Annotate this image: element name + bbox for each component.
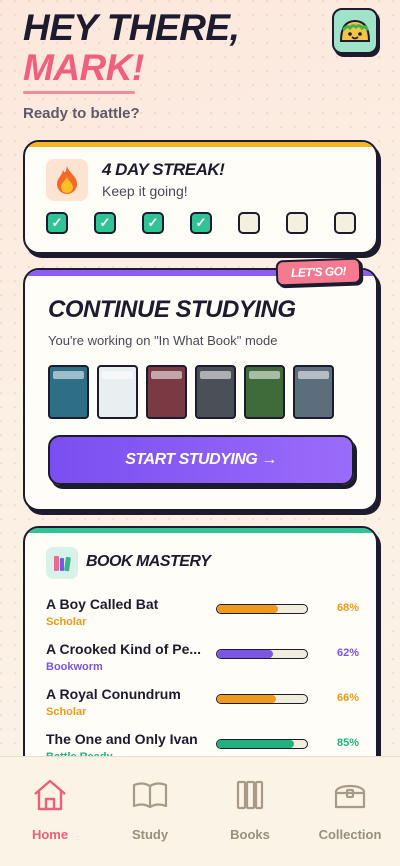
nav-study-label: Study [131, 827, 169, 842]
home-icon [34, 779, 66, 811]
nav-collection[interactable]: Collection [300, 757, 400, 866]
mastery-percent: 68% [336, 602, 359, 614]
mastery-progress-fill [217, 695, 277, 703]
greeting-underline [23, 91, 135, 94]
streak-day-tracker: ✓ ✓ ✓ ✓ [46, 212, 356, 234]
mastery-progress-fill [217, 605, 279, 613]
streak-day-box: ✓ [46, 212, 68, 234]
mastery-book-title: A Crooked Kind of Pe... [46, 641, 202, 657]
avatar[interactable] [332, 8, 378, 54]
bottom-nav: Home Study Books Collection [0, 756, 400, 866]
book-cover-title-band [53, 371, 84, 379]
book-covers-row [48, 365, 334, 419]
streak-title: 4 DAY STREAK! [102, 160, 225, 179]
streak-accent-stripe [25, 142, 376, 147]
mastery-progress-bar [216, 694, 308, 704]
mastery-accent-stripe [25, 528, 376, 533]
taco-icon [339, 19, 371, 42]
nav-home-label: Home [31, 827, 69, 842]
mastery-row[interactable]: A Boy Called Bat Scholar 68% [46, 596, 359, 634]
nav-books-label: Books [230, 827, 270, 842]
mastery-book-title: A Royal Conundrum [46, 686, 181, 702]
book-cover[interactable] [146, 365, 187, 419]
mastery-rank: Scholar [46, 616, 87, 628]
book-cover-title-band [151, 371, 182, 379]
continue-studying-card: CONTINUE STUDYING You're working on "In … [23, 268, 378, 511]
mastery-row[interactable]: A Crooked Kind of Pe... Bookworm 62% [46, 641, 359, 679]
open-book-icon [132, 782, 168, 809]
mastery-progress-fill [217, 650, 273, 658]
bookshelf-icon [236, 780, 264, 810]
study-mode-subtitle: You're working on "In What Book" mode [48, 333, 278, 348]
fire-icon [57, 166, 77, 194]
mastery-row[interactable]: A Royal Conundrum Scholar 66% [46, 686, 359, 724]
nav-books[interactable]: Books [200, 757, 300, 866]
lets-go-badge: LET'S GO! [275, 257, 362, 287]
streak-day-box: ✓ [190, 212, 212, 234]
fire-icon-box [46, 159, 88, 201]
book-cover[interactable] [97, 365, 138, 419]
nav-collection-label: Collection [318, 827, 382, 842]
streak-day-box [238, 212, 260, 234]
mastery-percent: 62% [336, 647, 359, 659]
mastery-book-title: The One and Only Ivan [46, 731, 198, 747]
streak-card: 4 DAY STREAK! Keep it going! ✓ ✓ ✓ ✓ [23, 140, 378, 254]
greeting: HEY THERE, MARK! [23, 7, 240, 94]
treasure-chest-icon [334, 784, 366, 809]
mastery-progress-fill [217, 740, 294, 748]
mastery-progress-bar [216, 604, 308, 614]
greeting-name: MARK! [23, 47, 144, 88]
mastery-rank: Bookworm [46, 661, 103, 673]
book-cover-title-band [200, 371, 231, 379]
book-cover-title-band [298, 371, 329, 379]
mastery-percent: 66% [336, 692, 359, 704]
mastery-percent: 85% [336, 737, 359, 749]
book-cover[interactable] [195, 365, 236, 419]
greeting-line-1: HEY THERE, [23, 7, 240, 48]
nav-home[interactable]: Home [0, 757, 100, 866]
book-mastery-title: BOOK MASTERY [86, 553, 211, 570]
mastery-progress-bar [216, 739, 308, 749]
streak-day-box [334, 212, 356, 234]
book-cover[interactable] [244, 365, 285, 419]
book-cover-title-band [249, 371, 280, 379]
start-studying-button[interactable]: START STUDYING → [48, 435, 354, 485]
book-cover[interactable] [48, 365, 89, 419]
book-cover[interactable] [293, 365, 334, 419]
streak-day-box: ✓ [142, 212, 164, 234]
mastery-progress-bar [216, 649, 308, 659]
mastery-rank: Scholar [46, 706, 87, 718]
book-cover-title-band [102, 371, 133, 379]
book-mastery-card: BOOK MASTERY A Boy Called Bat Scholar 68% A… [23, 526, 378, 786]
streak-day-box: ✓ [94, 212, 116, 234]
streak-subtitle: Keep it going! [102, 183, 188, 199]
books-icon-box [46, 547, 78, 579]
mastery-book-title: A Boy Called Bat [46, 596, 159, 612]
streak-day-box [286, 212, 308, 234]
greeting-subtitle: Ready to battle? [23, 105, 140, 122]
continue-studying-title: CONTINUE STUDYING [48, 296, 296, 323]
books-icon [54, 556, 71, 572]
nav-study[interactable]: Study [100, 757, 200, 866]
